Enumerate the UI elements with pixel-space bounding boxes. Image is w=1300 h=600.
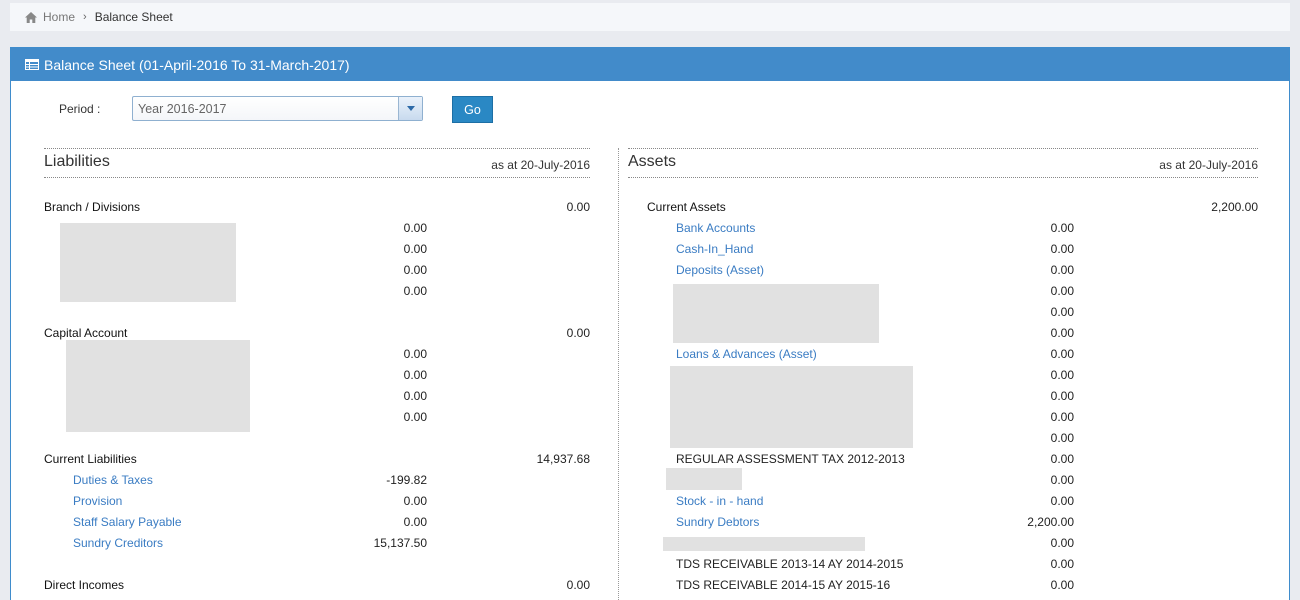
item-value: 2,200.00 xyxy=(1027,515,1074,529)
item-value: 0.00 xyxy=(1050,431,1074,445)
item-value: 0.00 xyxy=(403,284,427,298)
item-value: 0.00 xyxy=(1050,494,1074,508)
group-branch-divisions: Branch / Divisions xyxy=(44,200,141,214)
item-value: 0.00 xyxy=(403,494,427,508)
item-value: 0.00 xyxy=(403,221,427,235)
item-value: 0.00 xyxy=(1050,473,1074,487)
ledger-link-stock-in-hand[interactable]: Stock - in - hand xyxy=(676,491,763,512)
item-value: 0.00 xyxy=(403,368,427,382)
ledger-tds-receivable-2014-15: TDS RECEIVABLE 2014-15 AY 2015-16 xyxy=(676,578,891,592)
item-value: 0.00 xyxy=(1050,221,1074,235)
item-value: 0.00 xyxy=(1050,578,1074,592)
period-label: Period : xyxy=(59,102,101,116)
item-value: 0.00 xyxy=(1050,284,1074,298)
redacted-block xyxy=(60,223,236,302)
assets-header: Assets as at 20-July-2016 xyxy=(628,148,1258,178)
go-button[interactable]: Go xyxy=(452,96,493,123)
ledger-link-provision[interactable]: Provision xyxy=(73,491,122,512)
item-value: 0.00 xyxy=(1050,557,1074,571)
item-value: 0.00 xyxy=(1050,410,1074,424)
item-value: 0.00 xyxy=(1050,305,1074,319)
redacted-block xyxy=(666,468,742,490)
period-select[interactable]: Year 2016-2017 xyxy=(132,96,423,121)
column-divider xyxy=(618,148,619,600)
liabilities-header: Liabilities as at 20-July-2016 xyxy=(44,148,590,178)
chevron-right-icon: › xyxy=(83,11,87,23)
liabilities-title: Liabilities xyxy=(44,153,110,170)
group-current-assets: Current Assets xyxy=(647,200,726,214)
item-value: 0.00 xyxy=(403,242,427,256)
item-value: 0.00 xyxy=(1050,263,1074,277)
group-total: 0.00 xyxy=(566,578,590,592)
group-total: 0.00 xyxy=(566,200,590,214)
panel-header: Balance Sheet (01-April-2016 To 31-March… xyxy=(11,48,1289,81)
item-value: 0.00 xyxy=(1050,242,1074,256)
item-value: 0.00 xyxy=(403,389,427,403)
ledger-link-deposits[interactable]: Deposits (Asset) xyxy=(676,260,764,281)
item-value: -199.82 xyxy=(386,473,427,487)
liabilities-as-at: as at 20-July-2016 xyxy=(491,158,590,172)
group-direct-incomes: Direct Incomes xyxy=(44,578,125,592)
period-filter: Period : Year 2016-2017 Go xyxy=(11,96,1289,123)
group-current-liabilities: Current Liabilities xyxy=(44,452,137,466)
assets-column: Assets as at 20-July-2016 Current Assets… xyxy=(628,148,1258,592)
balance-sheet-panel: Balance Sheet (01-April-2016 To 31-March… xyxy=(10,47,1290,600)
ledger-tds-receivable-2013-14: TDS RECEIVABLE 2013-14 AY 2014-2015 xyxy=(676,557,904,571)
group-total: 14,937.68 xyxy=(536,452,590,466)
item-value: 0.00 xyxy=(1050,452,1074,466)
item-value: 0.00 xyxy=(403,515,427,529)
item-value: 0.00 xyxy=(403,410,427,424)
item-value: 0.00 xyxy=(1050,347,1074,361)
item-value: 0.00 xyxy=(1050,368,1074,382)
home-icon xyxy=(25,11,37,23)
item-value: 0.00 xyxy=(403,263,427,277)
item-value: 15,137.50 xyxy=(373,536,427,550)
ledger-link-sundry-creditors[interactable]: Sundry Creditors xyxy=(73,533,163,554)
chevron-down-icon[interactable] xyxy=(398,97,422,120)
assets-as-at: as at 20-July-2016 xyxy=(1159,158,1258,172)
liabilities-column: Liabilities as at 20-July-2016 Branch / … xyxy=(44,148,590,592)
ledger-regular-assessment-tax: REGULAR ASSESSMENT TAX 2012-2013 xyxy=(676,452,905,466)
ledger-link-cash-in-hand[interactable]: Cash-In_Hand xyxy=(676,239,753,260)
group-total: 0.00 xyxy=(566,326,590,340)
ledger-link-duties-taxes[interactable]: Duties & Taxes xyxy=(73,470,153,491)
breadcrumb: Home › Balance Sheet xyxy=(10,3,1290,31)
panel-title: Balance Sheet (01-April-2016 To 31-March… xyxy=(44,56,350,73)
assets-title: Assets xyxy=(628,153,677,170)
redacted-block xyxy=(673,284,879,343)
period-selected-value: Year 2016-2017 xyxy=(138,102,227,116)
redacted-block xyxy=(663,537,865,551)
group-total: 2,200.00 xyxy=(1211,200,1258,214)
ledger-link-bank-accounts[interactable]: Bank Accounts xyxy=(676,218,755,239)
item-value: 0.00 xyxy=(1050,389,1074,403)
item-value: 0.00 xyxy=(403,347,427,361)
redacted-block xyxy=(66,340,250,432)
breadcrumb-home-link[interactable]: Home xyxy=(43,10,75,24)
ledger-link-loans-advances[interactable]: Loans & Advances (Asset) xyxy=(676,344,817,365)
item-value: 0.00 xyxy=(1050,536,1074,550)
ledger-link-sundry-debtors[interactable]: Sundry Debtors xyxy=(676,512,759,533)
redacted-block xyxy=(670,366,913,448)
ledger-link-staff-salary-payable[interactable]: Staff Salary Payable xyxy=(73,512,182,533)
item-value: 0.00 xyxy=(1050,326,1074,340)
breadcrumb-current: Balance Sheet xyxy=(94,10,173,24)
table-icon xyxy=(25,59,39,70)
